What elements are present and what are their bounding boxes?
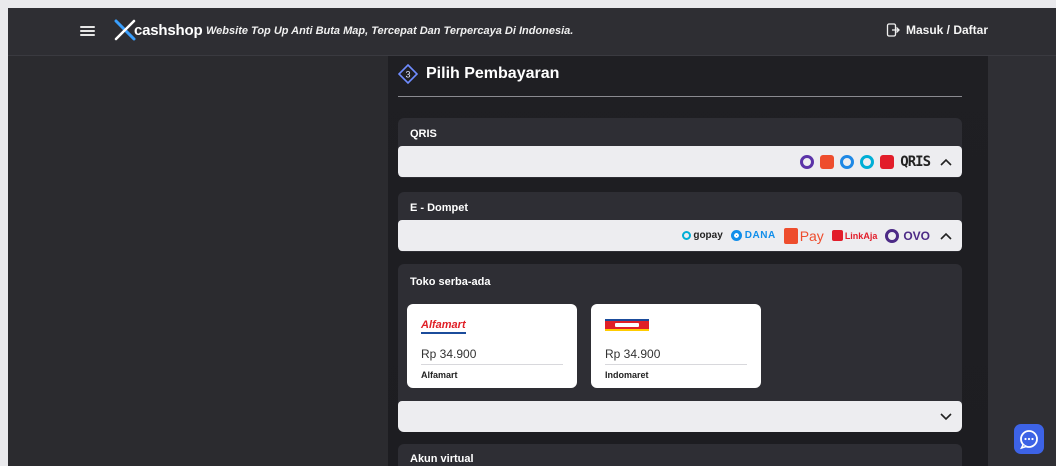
card-name: Alfamart	[421, 370, 458, 380]
gopay-icon	[682, 231, 692, 240]
brand-logo[interactable]: cashshop	[114, 18, 203, 42]
card-divider	[605, 364, 747, 365]
step-diamond-icon: 3	[398, 64, 418, 84]
login-button[interactable]: Masuk / Daftar	[886, 23, 988, 37]
card-divider	[421, 364, 563, 365]
dana-icon	[730, 230, 742, 241]
indomaret-logo	[605, 319, 649, 331]
section-divider	[398, 96, 962, 97]
gopay-logo: gopay	[682, 230, 723, 241]
ovo-icon	[800, 154, 815, 169]
site-tagline: Website Top Up Anti Buta Map, Tercepat D…	[206, 25, 574, 37]
qris-group: QRIS QRIS	[398, 118, 962, 178]
svg-text:3: 3	[405, 70, 410, 80]
dana-logo: DANA	[730, 230, 776, 241]
qris-label: QRIS	[410, 128, 437, 140]
hamburger-menu-icon[interactable]	[80, 24, 95, 38]
card-price: Rp 34.900	[421, 347, 477, 361]
payment-card-alfamart[interactable]: Alfamart Rp 34.900 Alfamart	[407, 304, 577, 388]
chevron-up-icon[interactable]	[940, 158, 952, 166]
retail-group: Toko serba-ada Alfamart Rp 34.900 Alfama…	[398, 264, 962, 432]
chevron-down-icon[interactable]	[940, 412, 952, 421]
virtual-account-label: Akun virtual	[410, 453, 474, 465]
qris-logos: QRIS	[800, 153, 931, 170]
linkaja-logo: LinkAja	[831, 230, 877, 241]
shopee-bag-icon	[783, 227, 798, 244]
dana-icon	[840, 154, 855, 169]
login-label: Masuk / Daftar	[905, 23, 988, 37]
ovo-icon	[885, 228, 900, 243]
ewallet-toggle-bar[interactable]: gopay DANA Pay LinkAja OVO	[398, 220, 962, 251]
ewallet-label: E - Dompet	[410, 202, 469, 214]
card-name: Indomaret	[605, 370, 649, 380]
ewallet-group: E - Dompet gopay DANA Pay LinkAja OVO	[398, 192, 962, 252]
brand-name: cashshop	[134, 21, 203, 39]
virtual-account-group: Akun virtual	[398, 444, 962, 466]
left-background	[8, 56, 388, 466]
chevron-up-icon[interactable]	[940, 232, 952, 240]
login-icon	[886, 23, 900, 37]
retail-label: Toko serba-ada	[410, 276, 491, 288]
payment-card-indomaret[interactable]: Rp 34.900 Indomaret	[591, 304, 761, 388]
ewallet-logos: gopay DANA Pay LinkAja OVO	[682, 227, 930, 244]
chat-bubble-icon	[1020, 430, 1038, 450]
alfamart-logo: Alfamart	[421, 319, 466, 334]
card-price: Rp 34.900	[605, 347, 661, 361]
right-background	[988, 56, 1056, 466]
linkaja-icon	[831, 230, 843, 241]
shopeepay-icon	[820, 154, 835, 169]
payment-section-header: 3 Pilih Pembayaran	[398, 64, 559, 84]
retail-toggle-bar[interactable]	[398, 401, 962, 432]
ovo-logo: OVO	[885, 228, 930, 243]
linkaja-icon	[880, 154, 895, 169]
top-navbar: cashshop Website Top Up Anti Buta Map, T…	[8, 8, 1056, 56]
brand-x-icon	[114, 19, 136, 41]
qris-logo: QRIS	[900, 153, 931, 170]
chat-support-button[interactable]	[1014, 424, 1044, 454]
gopay-icon	[860, 154, 875, 169]
qris-toggle-bar[interactable]: QRIS	[398, 146, 962, 177]
payment-section-title: Pilih Pembayaran	[426, 65, 560, 82]
shopeepay-logo: Pay	[783, 227, 824, 244]
